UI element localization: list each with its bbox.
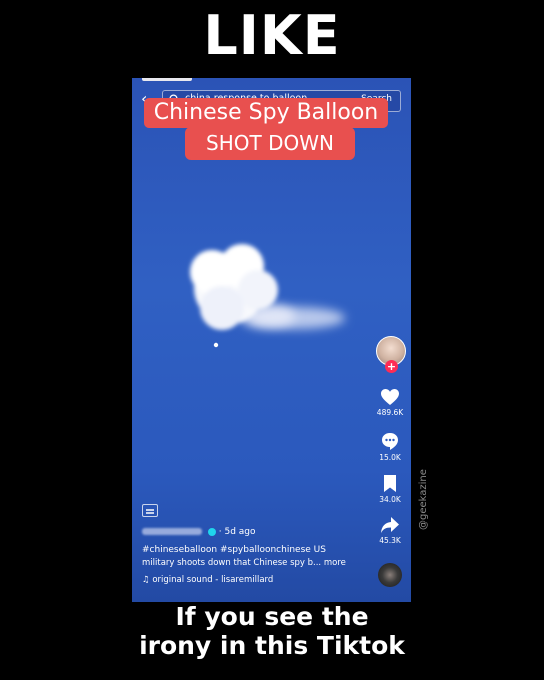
save-button[interactable]: 34.0K bbox=[370, 474, 410, 504]
comment-icon bbox=[382, 433, 398, 450]
bottom-caption-line1: If you see the bbox=[175, 602, 369, 631]
share-count: 45.3K bbox=[379, 536, 401, 545]
like-count: 489.6K bbox=[376, 408, 404, 417]
save-count: 34.0K bbox=[379, 495, 401, 504]
bottom-caption-line2: irony in this Tiktok bbox=[139, 631, 405, 660]
post-author[interactable]: · 5d ago bbox=[142, 527, 256, 537]
sound-name: original sound - lisaremillard bbox=[152, 575, 274, 585]
heart-icon bbox=[381, 389, 399, 405]
share-arrow-icon bbox=[381, 517, 399, 533]
captions-icon[interactable] bbox=[142, 504, 158, 517]
bottom-meme-caption: If you see the irony in this Tiktok bbox=[0, 602, 544, 660]
post-description[interactable]: military shoots down that Chinese spy b.… bbox=[142, 558, 346, 568]
bookmark-icon bbox=[384, 475, 396, 492]
sound-link[interactable]: ♫ original sound - lisaremillard bbox=[142, 575, 273, 585]
watermark: @geekazine bbox=[418, 469, 429, 530]
follow-plus-icon[interactable]: + bbox=[385, 360, 398, 373]
blurred-username bbox=[142, 528, 202, 535]
comment-count: 15.0K bbox=[379, 453, 401, 462]
sound-disc-icon[interactable] bbox=[378, 563, 402, 587]
video-title-line1: Chinese Spy Balloon bbox=[144, 98, 388, 128]
like-button[interactable]: 489.6K bbox=[370, 388, 410, 417]
comment-button[interactable]: 15.0K bbox=[370, 431, 410, 462]
verified-badge-icon bbox=[207, 527, 216, 536]
music-note-icon: ♫ bbox=[142, 575, 150, 585]
tiktok-video-screen[interactable]: ‹ china response to balloon Search Chine… bbox=[132, 78, 411, 602]
video-title-line2: SHOT DOWN bbox=[185, 127, 355, 160]
post-hashtags[interactable]: #chineseballoon #spyballoonchinese US bbox=[142, 545, 326, 555]
balloon-cloud-image bbox=[190, 244, 345, 348]
status-indicator bbox=[142, 78, 192, 81]
top-meme-caption: LIKE bbox=[203, 4, 341, 67]
post-time: · 5d ago bbox=[218, 527, 256, 537]
share-button[interactable]: 45.3K bbox=[370, 516, 410, 545]
